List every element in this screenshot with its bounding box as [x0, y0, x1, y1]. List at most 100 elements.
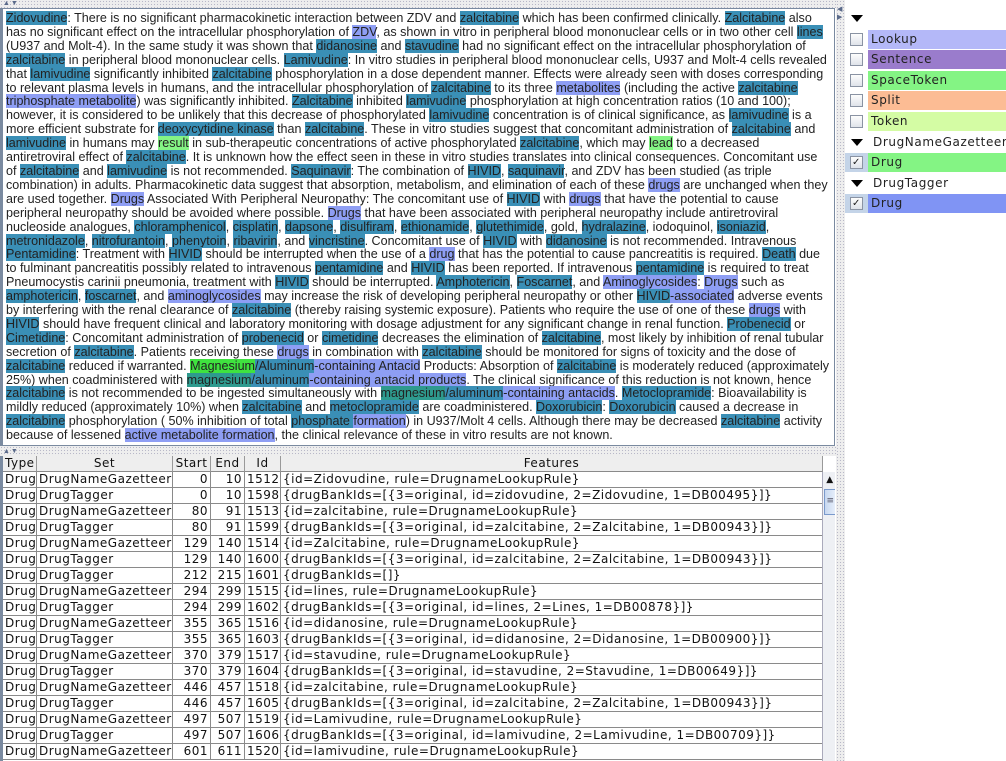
table-row[interactable]: Drug DrugTagger 294 299 1602 {drugBankIds=[{3… [3, 600, 823, 616]
expand-triangle-icon[interactable] [851, 179, 863, 187]
annotated-drug-mention[interactable]: Cimetidine [6, 330, 66, 345]
annotated-drug-mention[interactable]: triphosphate metabolite [6, 94, 137, 109]
annotated-drug-mention[interactable]: phosphate [291, 414, 354, 429]
table-row[interactable]: Drug DrugNameGazetteer 129 140 1514 {id=Zalci… [3, 536, 823, 552]
annotated-drug-mention[interactable]: Saquinavir [291, 163, 351, 178]
header-features[interactable]: Features [281, 456, 823, 472]
annotated-drug-mention[interactable]: -associated [670, 289, 735, 304]
annotated-drug-mention[interactable]: HIVID [483, 233, 517, 248]
annotated-drug-mention[interactable]: Pentamidine [6, 247, 76, 262]
annotated-drug-mention[interactable]: Death [762, 247, 796, 262]
annotated-drug-mention[interactable]: HIVID [6, 316, 40, 331]
table-row[interactable]: Drug DrugNameGazetteer 294 299 1515 {id=lines… [3, 584, 823, 600]
annotated-drug-mention[interactable]: zalcitabine [6, 52, 66, 67]
annotated-drug-mention[interactable]: formation [353, 414, 406, 429]
annotated-drug-mention[interactable]: -containing antacid products [309, 372, 467, 387]
annotated-drug-mention[interactable]: phenytoin [172, 233, 227, 248]
annotated-drug-mention[interactable]: pentamidine [635, 261, 705, 276]
annotated-drug-mention[interactable]: Zalcitabine [724, 11, 786, 25]
annotated-drug-mention[interactable]: ribavirin [233, 233, 278, 248]
table-row[interactable]: Drug DrugTagger 370 379 1604 {drugBankIds=[{3… [3, 664, 823, 680]
annotated-drug-mention[interactable]: saquinavir [507, 163, 565, 178]
annotated-drug-mention[interactable]: zalcitabine [231, 303, 292, 318]
annotated-drug-mention[interactable]: Drugs [327, 205, 362, 220]
table-scrollbar[interactable]: ▲ ≡ [822, 472, 835, 761]
annotated-drug-mention[interactable]: vincristine [308, 233, 365, 248]
middle-splitter[interactable]: ▲▼ [0, 446, 836, 456]
annotated-drug-mention[interactable]: HIVID [506, 191, 541, 206]
annotated-drug-mention[interactable]: Magnesium [190, 358, 255, 373]
annotated-drug-mention[interactable]: zalcitabine [431, 80, 491, 95]
annotated-drug-mention[interactable]: deoxycytidine kinase [157, 122, 274, 137]
annotated-drug-mention[interactable]: Amphotericin [436, 275, 510, 290]
top-splitter[interactable]: ▲▼ [0, 0, 836, 8]
annotation-type-checkbox[interactable] [850, 53, 863, 67]
table-row[interactable]: Drug DrugNameGazetteer 370 379 1517 {id=stavu… [3, 648, 823, 664]
annotated-drug-mention[interactable]: Foscarnet [516, 275, 573, 290]
annotated-drug-mention[interactable]: HIVID [467, 163, 501, 178]
document-text-view[interactable]: Zidovudine: There is no significant phar… [0, 8, 835, 446]
collapse-arrows-icon[interactable]: ▲▼ [3, 0, 19, 7]
annotated-drug-mention[interactable]: lines [796, 24, 823, 39]
annotated-drug-mention[interactable]: magnesium [186, 372, 252, 387]
annotated-drug-mention[interactable]: didanosine [316, 38, 378, 53]
annotated-drug-mention[interactable]: zalcitabine [520, 136, 580, 151]
annotated-drug-mention[interactable]: magnesium [380, 386, 446, 401]
annotation-type-item[interactable]: Token [845, 112, 1006, 131]
annotated-drug-mention[interactable]: zalcitabine [19, 163, 80, 178]
annotated-drug-mention[interactable]: drug [429, 247, 455, 262]
annotated-drug-mention[interactable]: aminoglycosides [167, 289, 261, 304]
annotated-drug-mention[interactable]: drugs [569, 191, 601, 206]
annotated-drug-mention[interactable]: lamivudine [429, 108, 490, 123]
annotated-drug-mention[interactable]: probenecid [241, 330, 304, 345]
scrollbar-thumb[interactable]: ≡ [824, 489, 835, 515]
annotated-drug-mention[interactable]: drugs [648, 177, 680, 192]
annotated-drug-mention[interactable]: Doxorubicin [609, 400, 676, 415]
annotated-drug-mention[interactable]: zalcitabine [459, 11, 520, 25]
annotated-drug-mention[interactable]: Zidovudine [6, 11, 68, 25]
annotation-type-checkbox[interactable] [850, 32, 863, 46]
table-row[interactable]: Drug DrugNameGazetteer 80 91 1513 {id=zalcita… [3, 504, 823, 520]
annotated-drug-mention[interactable]: Drugs [704, 275, 738, 290]
header-start[interactable]: Start [173, 456, 211, 472]
annotated-drug-mention[interactable]: Drugs [110, 191, 145, 206]
annotated-drug-mention[interactable]: /Aluminum [255, 358, 315, 373]
annotated-drug-mention[interactable]: zalcitabine [720, 414, 781, 429]
table-row[interactable]: Drug DrugTagger 0 10 1598 {drugBankIds=[{3=or… [3, 488, 823, 504]
table-row[interactable]: Drug DrugNameGazetteer 601 611 1520 {id=lamiv… [3, 744, 823, 760]
annotated-drug-mention[interactable]: disulfiram [340, 219, 394, 234]
expand-triangle-icon[interactable] [851, 15, 863, 22]
annotation-set-group[interactable]: DrugNameGazetteer [845, 133, 1006, 152]
annotated-drug-mention[interactable]: glutethimide [476, 219, 544, 234]
annotation-type-checkbox[interactable] [850, 115, 863, 128]
annotation-type-checkbox[interactable] [850, 73, 863, 87]
annotated-drug-mention[interactable]: zalcitabine [541, 330, 601, 345]
table-row[interactable]: Drug DrugTagger 129 140 1600 {drugBankIds=[{3… [3, 552, 823, 568]
annotated-drug-mention[interactable]: nitrofurantoin [91, 233, 166, 248]
annotated-drug-mention[interactable]: zalcitabine [242, 400, 302, 415]
annotated-drug-mention[interactable]: foscarnet [84, 289, 137, 304]
annotated-drug-mention[interactable]: drugs [748, 303, 781, 318]
annotated-drug-mention[interactable]: amphotericin [6, 289, 78, 304]
annotation-type-item[interactable]: Lookup [845, 29, 1006, 49]
annotated-drug-mention[interactable]: /aluminum [445, 386, 504, 401]
header-type[interactable]: Type [3, 456, 37, 472]
annotated-drug-mention[interactable]: zalcitabine [74, 344, 134, 359]
annotated-drug-mention[interactable]: Lamivudine [283, 52, 348, 67]
annotated-drug-mention[interactable]: HIVID [636, 289, 671, 304]
annotated-drug-mention[interactable]: zalcitabine [126, 150, 186, 165]
annotated-drug-mention[interactable]: lamivudine [6, 136, 66, 151]
annotation-type-checkbox[interactable] [850, 94, 863, 108]
annotated-drug-mention[interactable]: result [158, 136, 189, 151]
annotated-drug-mention[interactable]: metronidazole [6, 233, 85, 248]
annotation-set-group[interactable] [845, 9, 1006, 28]
annotated-drug-mention[interactable]: ZDV [352, 24, 377, 39]
table-row[interactable]: Drug DrugTagger 355 365 1603 {drugBankIds=[{3… [3, 632, 823, 648]
annotated-drug-mention[interactable]: HIVID [411, 261, 445, 276]
header-end[interactable]: End [211, 456, 245, 472]
annotated-drug-mention[interactable]: metabolites [556, 80, 621, 95]
header-id[interactable]: Id [245, 456, 281, 472]
table-row[interactable]: Drug DrugNameGazetteer 355 365 1516 {id=didan… [3, 616, 823, 632]
annotated-drug-mention[interactable]: zalcitabine [422, 344, 482, 359]
collapse-arrows-icon[interactable]: ▲▼ [3, 448, 19, 455]
